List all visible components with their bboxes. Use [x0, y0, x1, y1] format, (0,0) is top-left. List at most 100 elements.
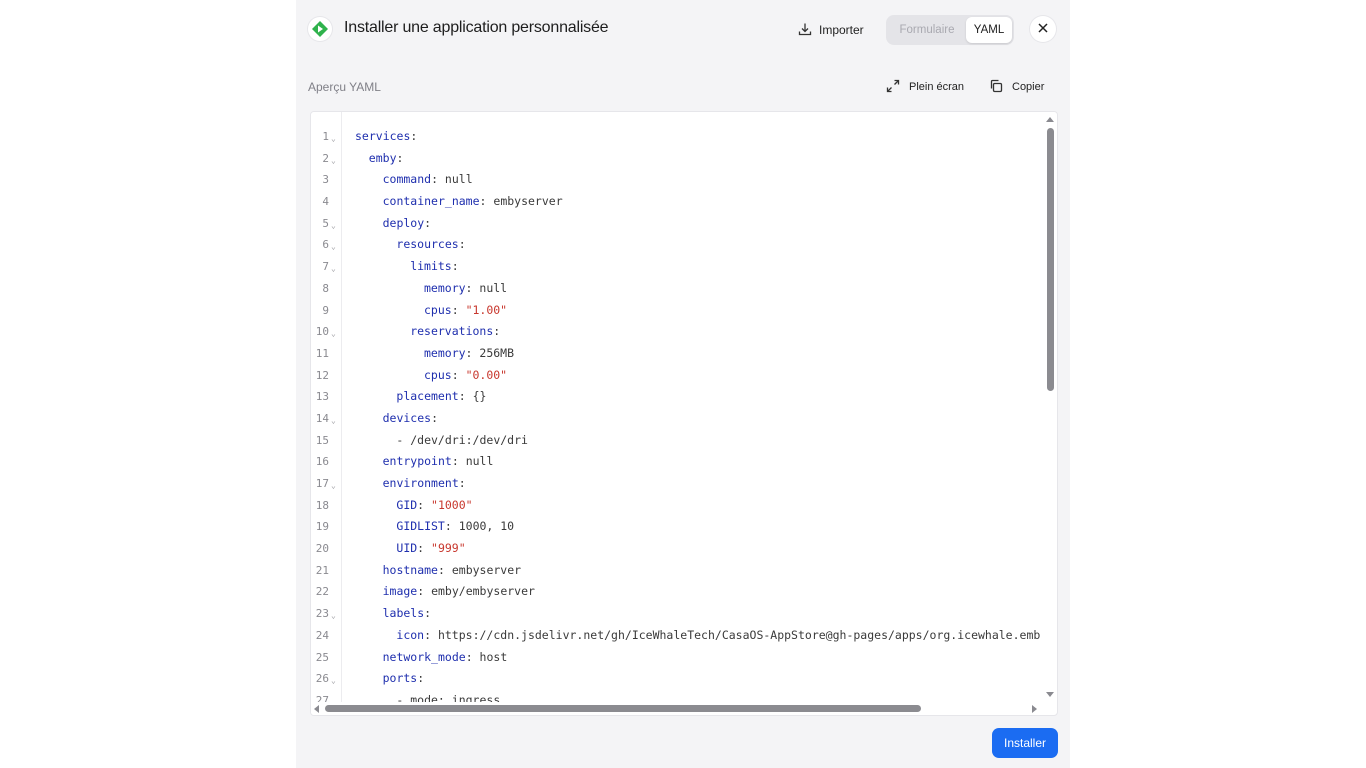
code-text: placement: {} [396, 386, 486, 408]
yaml-value: - /dev/dri:/dev/dri [396, 432, 528, 447]
fold-chevron-icon[interactable]: ⌄ [331, 475, 336, 497]
line-number: 21 [315, 563, 329, 577]
code-text: GIDLIST: 1000, 10 [396, 516, 514, 538]
toggle-yaml[interactable]: YAML [966, 17, 1012, 43]
yaml-separator: : [424, 215, 432, 230]
horizontal-scrollbar[interactable] [311, 702, 1043, 715]
yaml-key: command [382, 172, 432, 187]
code-line: 15 - /dev/dri:/dev/dri [311, 430, 1043, 452]
yaml-separator: : [465, 345, 480, 360]
fold-chevron-icon[interactable]: ⌄ [331, 150, 336, 172]
fold-chevron-icon[interactable]: ⌄ [331, 215, 336, 237]
code-line: 18 GID: "1000" [311, 495, 1043, 517]
yaml-separator: : [493, 324, 501, 339]
code-line: 14 ⌄ devices: [311, 408, 1043, 430]
yaml-separator: : [424, 627, 438, 642]
code-text: deploy: [383, 213, 431, 235]
code-line: 2 ⌄ emby: [311, 148, 1043, 170]
yaml-key: memory [424, 280, 466, 295]
code-text: environment: [383, 473, 466, 495]
yaml-separator: : [451, 259, 459, 274]
yaml-separator: : [417, 541, 432, 556]
line-number: 20 [315, 542, 329, 556]
code-line: 27 - mode: ingress [311, 690, 1043, 702]
code-line: 1 ⌄ services: [311, 126, 1043, 148]
yaml-editor[interactable]: 1 ⌄ services: 2 ⌄ emby: 3 command: null 4 contain… [310, 111, 1058, 716]
fold-chevron-icon[interactable]: ⌄ [331, 605, 336, 627]
vertical-scroll-thumb[interactable] [1047, 128, 1054, 391]
close-button[interactable] [1030, 16, 1056, 42]
yaml-separator: : [431, 410, 438, 425]
scroll-right-icon[interactable] [1032, 705, 1037, 713]
line-number: 24 [315, 628, 329, 642]
line-number: 17 [315, 477, 329, 490]
yaml-preview-label: Aperçu YAML [308, 80, 381, 94]
yaml-separator: : [437, 562, 452, 577]
line-number: 18 [315, 498, 329, 512]
code-line: 24 icon: https://cdn.jsdelivr.net/gh/IceW… [311, 625, 1043, 647]
fold-chevron-icon[interactable]: ⌄ [331, 410, 336, 432]
fullscreen-button[interactable]: Plein écran [886, 78, 964, 96]
line-number: 2 [322, 151, 329, 165]
import-button[interactable]: Importer [798, 19, 864, 41]
code-text: entrypoint: null [383, 451, 494, 473]
yaml-value: 256MB [479, 345, 515, 360]
code-text: container_name: embyserver [383, 191, 563, 213]
yaml-key: resources [396, 237, 459, 252]
code-line: 23 ⌄ labels: [311, 603, 1043, 625]
copy-icon [989, 79, 1003, 96]
yaml-separator: : [451, 302, 466, 317]
horizontal-scroll-thumb[interactable] [325, 705, 921, 712]
code-text: labels: [383, 603, 431, 625]
yaml-separator: : [431, 172, 445, 187]
scroll-up-icon[interactable] [1046, 117, 1054, 122]
line-number: 7 [322, 260, 329, 274]
fold-chevron-icon[interactable]: ⌄ [331, 258, 336, 280]
yaml-value: 1000, 10 [458, 519, 515, 534]
line-number: 23 [315, 607, 329, 621]
code-line: 25 network_mode: host [311, 647, 1043, 669]
code-text: - /dev/dri:/dev/dri [396, 430, 528, 452]
toggle-formulaire[interactable]: Formulaire [888, 17, 966, 43]
vertical-scrollbar[interactable] [1043, 112, 1057, 702]
line-number: 19 [315, 520, 329, 534]
yaml-separator: : [458, 476, 466, 490]
code-text: ports: [383, 668, 425, 690]
yaml-key: environment [382, 476, 459, 490]
yaml-string: "1.00" [465, 302, 508, 317]
code-line: 3 command: null [311, 169, 1043, 191]
yaml-value: https://cdn.jsdelivr.net/gh/IceWhaleTech… [437, 627, 1041, 642]
yaml-separator: : [444, 519, 459, 534]
code-text: memory: null [424, 278, 507, 300]
scroll-down-icon[interactable] [1046, 692, 1054, 697]
yaml-separator: : [417, 497, 432, 512]
fold-chevron-icon[interactable]: ⌄ [331, 323, 336, 345]
install-button[interactable]: Installer [992, 728, 1058, 758]
yaml-string: "1000" [431, 497, 473, 512]
yaml-key: cpus [424, 367, 452, 382]
yaml-key: labels [382, 606, 425, 621]
scroll-left-icon[interactable] [314, 705, 319, 713]
yaml-key: reservations [410, 324, 494, 339]
fold-chevron-icon[interactable]: ⌄ [331, 128, 336, 150]
line-number: 1 [322, 130, 329, 143]
code-line: 12 cpus: "0.00" [311, 365, 1043, 387]
fold-chevron-icon[interactable]: ⌄ [331, 670, 336, 692]
line-number: 6 [322, 238, 329, 252]
code-text: limits: [410, 256, 458, 278]
dialog-header: Installer une application personnalisée … [296, 0, 1070, 60]
expand-icon [886, 79, 900, 96]
code-text: emby: [369, 148, 404, 170]
code-line: 5 ⌄ deploy: [311, 213, 1043, 235]
yaml-key: container_name [382, 194, 480, 209]
code-line: 21 hostname: embyserver [311, 560, 1043, 582]
code-line: 4 container_name: embyserver [311, 191, 1043, 213]
code-text: memory: 256MB [424, 343, 514, 365]
fold-chevron-icon[interactable]: ⌄ [331, 236, 336, 258]
yaml-code[interactable]: 1 ⌄ services: 2 ⌄ emby: 3 command: null 4 contain… [311, 126, 1043, 702]
close-icon [1038, 20, 1048, 38]
code-text: command: null [383, 169, 473, 191]
code-line: 9 cpus: "1.00" [311, 300, 1043, 322]
copy-button[interactable]: Copier [989, 78, 1044, 96]
yaml-value: embyserver [493, 194, 563, 209]
